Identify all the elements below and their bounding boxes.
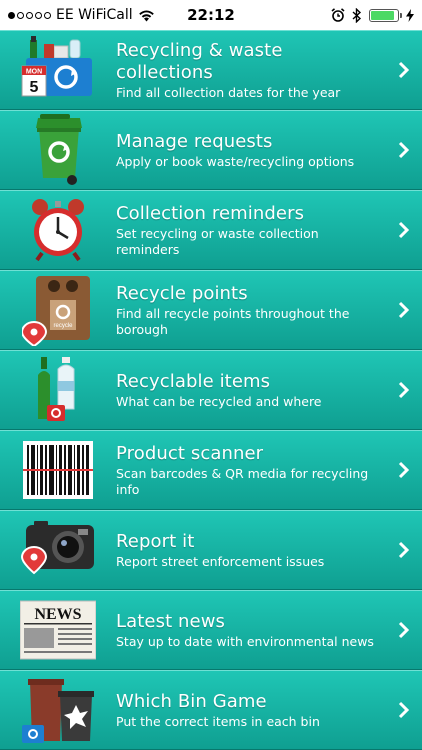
menu-item-title: Latest news xyxy=(116,610,226,632)
wheelie-bin-icon xyxy=(18,114,98,186)
carrier-label: EE WiFiCall xyxy=(56,7,133,23)
bluetooth-icon xyxy=(352,7,362,23)
chevron-right-icon xyxy=(386,701,422,719)
chevron-right-icon xyxy=(386,541,422,559)
menu-item-subtitle: Scan barcodes & QR media for recycling i… xyxy=(116,465,369,497)
menu-item-report-it[interactable]: Report it Report street enforcement issu… xyxy=(0,510,422,590)
newspaper-icon: NEWS xyxy=(18,594,98,666)
menu-item-subtitle: What can be recycled and where xyxy=(116,393,322,409)
menu-item-recycling-collections[interactable]: MON 5 Recycling & waste collections Find… xyxy=(0,30,422,110)
chevron-right-icon xyxy=(386,301,422,319)
menu-item-title: Recycle points xyxy=(116,282,248,304)
wifi-icon xyxy=(138,10,154,21)
menu-item-recyclable-items[interactable]: Recyclable items What can be recycled an… xyxy=(0,350,422,430)
recycle-point-bin-icon: recycle xyxy=(18,274,98,346)
menu-item-title: Recycling & waste collections xyxy=(116,39,283,83)
menu-item-subtitle: Apply or book waste/recycling options xyxy=(116,153,355,169)
calendar-month: MON xyxy=(26,69,42,76)
menu-item-which-bin-game[interactable]: Which Bin Game Put the correct items in … xyxy=(0,670,422,750)
bottles-icon xyxy=(18,354,98,426)
chevron-right-icon xyxy=(386,61,422,79)
alarm-status-icon xyxy=(331,8,345,22)
recycling-collection-icon: MON 5 xyxy=(18,34,98,106)
menu-item-subtitle: Set recycling or waste collection remind… xyxy=(116,225,319,257)
status-bar: EE WiFiCall 22:12 xyxy=(0,0,422,30)
menu-item-title: Recyclable items xyxy=(116,370,271,392)
bins-game-icon xyxy=(18,674,98,746)
menu-item-title: Manage requests xyxy=(116,130,273,152)
menu-item-manage-requests[interactable]: Manage requests Apply or book waste/recy… xyxy=(0,110,422,190)
menu-item-subtitle: Put the correct items in each bin xyxy=(116,713,320,729)
chevron-right-icon xyxy=(386,461,422,479)
charging-icon xyxy=(406,8,414,22)
chevron-right-icon xyxy=(386,221,422,239)
menu-item-recycle-points[interactable]: recycle Recycle points Find all recycle … xyxy=(0,270,422,350)
chevron-right-icon xyxy=(386,141,422,159)
bin-label: recycle xyxy=(53,323,73,329)
menu-item-latest-news[interactable]: NEWS Latest news Stay up to date with en… xyxy=(0,590,422,670)
menu-item-subtitle: Stay up to date with environmental news xyxy=(116,633,374,649)
camera-icon xyxy=(18,514,98,586)
calendar-day: 5 xyxy=(30,79,39,96)
menu-item-title: Which Bin Game xyxy=(116,690,267,712)
menu-item-product-scanner[interactable]: Product scanner Scan barcodes & QR media… xyxy=(0,430,422,510)
menu-list: MON 5 Recycling & waste collections Find… xyxy=(0,30,422,750)
menu-item-collection-reminders[interactable]: Collection reminders Set recycling or wa… xyxy=(0,190,422,270)
menu-item-title: Collection reminders xyxy=(116,202,305,224)
signal-strength-icon xyxy=(8,11,51,19)
menu-item-title: Product scanner xyxy=(116,442,264,464)
menu-item-subtitle: Find all collection dates for the year xyxy=(116,84,341,100)
menu-item-subtitle: Report street enforcement issues xyxy=(116,553,325,569)
barcode-icon xyxy=(18,434,98,506)
chevron-right-icon xyxy=(386,621,422,639)
alarm-clock-icon xyxy=(18,194,98,266)
news-masthead: NEWS xyxy=(34,606,81,623)
menu-item-subtitle: Find all recycle points throughout the b… xyxy=(116,305,350,337)
battery-icon xyxy=(369,8,402,22)
chevron-right-icon xyxy=(386,381,422,399)
menu-item-title: Report it xyxy=(116,530,195,552)
